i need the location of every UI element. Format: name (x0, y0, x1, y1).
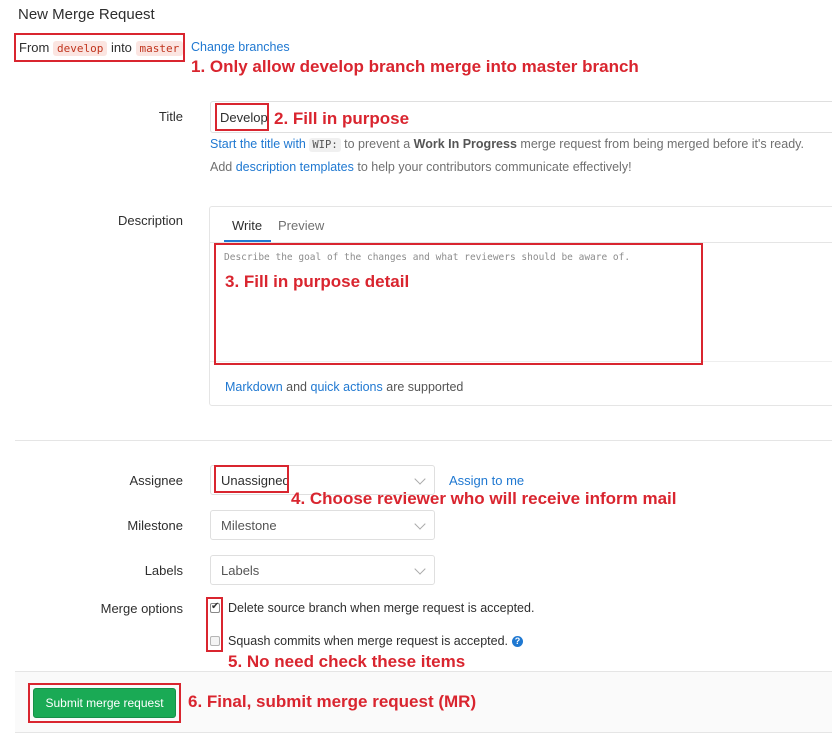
title-help-wip: Start the title with WIP: to prevent a W… (210, 137, 804, 152)
wip-code: WIP: (309, 138, 341, 152)
description-label: Description (117, 213, 183, 228)
wip-help-post: merge request from being merged before i… (520, 137, 804, 151)
annotation-box-3 (214, 243, 703, 365)
change-branches-link[interactable]: Change branches (191, 40, 290, 54)
wip-help-bold: Work In Progress (413, 137, 517, 151)
delete-source-label: Delete source branch when merge request … (228, 601, 535, 615)
labels-label: Labels (144, 563, 183, 578)
wip-help-link[interactable]: Start the title with (210, 137, 306, 151)
section-divider (15, 440, 832, 441)
title-help-templates: Add description templates to help your c… (210, 160, 632, 174)
markdown-hint-and: and (286, 380, 308, 394)
milestone-label: Milestone (127, 518, 183, 533)
squash-commits-label: Squash commits when merge request is acc… (228, 634, 508, 648)
squash-commits-row: Squash commits when merge request is acc… (228, 634, 523, 648)
annotation-1: 1. Only allow develop branch merge into … (191, 57, 639, 76)
annotation-box-4 (214, 465, 289, 493)
markdown-hint: Markdown and quick actions are supported (225, 380, 463, 394)
chevron-down-icon (414, 473, 426, 485)
annotation-2: 2. Fill in purpose (274, 109, 410, 128)
tab-write[interactable]: Write (232, 218, 262, 233)
labels-value: Labels (221, 563, 260, 578)
chevron-down-icon (414, 518, 426, 530)
templates-help-pre: Add (210, 160, 233, 174)
markdown-link[interactable]: Markdown (225, 380, 283, 394)
tab-preview[interactable]: Preview (278, 218, 324, 233)
description-templates-link[interactable]: description templates (236, 160, 354, 174)
milestone-select[interactable]: Milestone (210, 510, 435, 540)
annotation-5: 5. No need check these items (228, 652, 466, 671)
annotation-box-1 (14, 33, 185, 62)
labels-select[interactable]: Labels (210, 555, 435, 585)
submit-merge-request-button[interactable]: Submit merge request (33, 688, 176, 718)
quick-actions-link[interactable]: quick actions (311, 380, 383, 394)
assign-to-me-link[interactable]: Assign to me (449, 473, 524, 488)
question-circle-icon[interactable]: ? (512, 636, 523, 648)
wip-help-mid: to prevent a (344, 137, 411, 151)
annotation-3: 3. Fill in purpose detail (225, 272, 410, 291)
milestone-value: Milestone (221, 518, 277, 533)
title-label: Title (158, 109, 183, 124)
annotation-box-5 (206, 597, 223, 652)
annotation-6: 6. Final, submit merge request (MR) (188, 692, 477, 711)
annotation-box-2 (215, 103, 269, 131)
assignee-label: Assignee (129, 473, 183, 488)
markdown-hint-post: are supported (386, 380, 464, 394)
merge-options-label: Merge options (100, 601, 183, 616)
page-title: New Merge Request (18, 6, 155, 23)
chevron-down-icon (414, 563, 426, 575)
templates-help-post: to help your contributors communicate ef… (357, 160, 632, 174)
annotation-4: 4. Choose reviewer who will receive info… (291, 489, 677, 508)
